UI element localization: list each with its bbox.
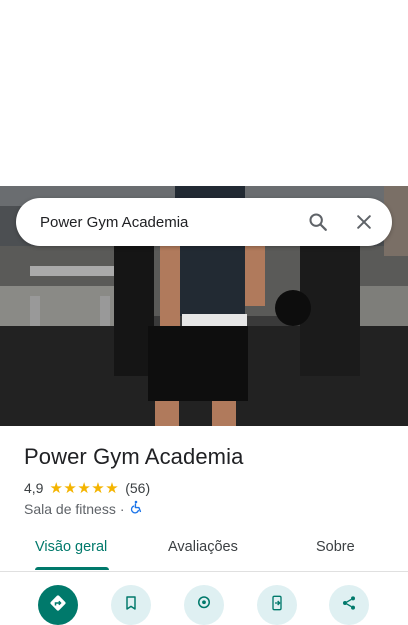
- nearby-icon: [195, 594, 213, 617]
- send-to-phone-icon: [269, 594, 285, 617]
- map-top-area: [0, 0, 408, 186]
- tab-overview[interactable]: Visão geral: [35, 539, 107, 555]
- tab-reviews[interactable]: Avaliações: [168, 539, 238, 555]
- search-bar[interactable]: Power Gym Academia: [16, 198, 392, 246]
- place-category: Sala de fitness: [24, 500, 116, 517]
- send-to-phone-button[interactable]: [257, 585, 297, 625]
- search-input[interactable]: Power Gym Academia: [40, 214, 298, 231]
- category-row: Sala de fitness ·: [24, 500, 143, 517]
- rating-row[interactable]: 4,9 ★★★★★ (56): [24, 479, 150, 497]
- place-title: Power Gym Academia: [24, 444, 244, 469]
- close-icon[interactable]: [344, 202, 384, 242]
- wheelchair-accessible-icon: [129, 500, 143, 517]
- save-button[interactable]: [111, 585, 151, 625]
- active-tab-indicator: [35, 567, 109, 570]
- review-count[interactable]: (56): [125, 480, 150, 496]
- search-icon[interactable]: [298, 202, 338, 242]
- tab-about[interactable]: Sobre: [316, 539, 355, 555]
- bookmark-icon: [123, 595, 139, 616]
- directions-button[interactable]: [38, 585, 78, 625]
- rating-stars: ★★★★★: [49, 480, 120, 497]
- rating-value: 4,9: [24, 480, 44, 496]
- share-button[interactable]: [329, 585, 369, 625]
- separator-dot: ·: [119, 500, 125, 517]
- place-tabs: Visão geral Avaliações Sobre: [0, 528, 408, 572]
- directions-icon: [48, 593, 68, 618]
- share-icon: [341, 595, 357, 616]
- nearby-button[interactable]: [184, 585, 224, 625]
